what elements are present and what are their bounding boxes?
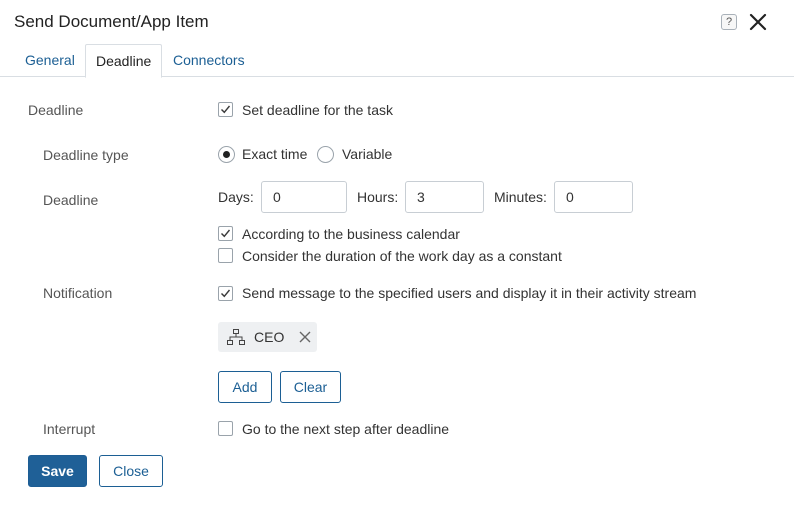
- send-message-label: Send message to the specified users and …: [242, 285, 697, 301]
- hours-input[interactable]: [405, 181, 484, 213]
- tab-general[interactable]: General: [15, 44, 85, 77]
- business-calendar-checkbox[interactable]: [218, 226, 233, 241]
- business-calendar-label: According to the business calendar: [242, 226, 460, 242]
- deadline-time-label: Deadline: [43, 192, 99, 208]
- variable-label: Variable: [342, 146, 393, 162]
- set-deadline-label: Set deadline for the task: [242, 102, 393, 118]
- exact-time-radio[interactable]: [218, 146, 235, 163]
- deadline-type-label: Deadline type: [43, 147, 129, 163]
- tab-bar: General Deadline Connectors: [0, 44, 794, 78]
- close-icon[interactable]: [748, 12, 768, 32]
- recipient-chip: CEO: [218, 322, 317, 352]
- org-chart-icon: [227, 329, 245, 350]
- clear-recipients-button[interactable]: Clear: [280, 371, 341, 403]
- close-button[interactable]: Close: [99, 455, 163, 487]
- days-label: Days:: [218, 189, 254, 205]
- workday-constant-checkbox[interactable]: [218, 248, 233, 263]
- recipient-label: CEO: [254, 329, 285, 345]
- variable-radio[interactable]: [317, 146, 334, 163]
- deadline-section-label: Deadline: [28, 102, 84, 118]
- next-step-checkbox[interactable]: [218, 421, 233, 436]
- notification-label: Notification: [43, 285, 113, 301]
- minutes-input[interactable]: [554, 181, 633, 213]
- check-icon: [221, 289, 231, 298]
- exact-time-label: Exact time: [242, 146, 308, 162]
- workday-constant-label: Consider the duration of the work day as…: [242, 248, 562, 264]
- save-button[interactable]: Save: [28, 455, 87, 487]
- interrupt-label: Interrupt: [43, 421, 96, 437]
- days-input[interactable]: [261, 181, 347, 213]
- add-recipient-button[interactable]: Add: [218, 371, 272, 403]
- next-step-label: Go to the next step after deadline: [242, 421, 450, 437]
- check-icon: [221, 229, 231, 238]
- dialog-title: Send Document/App Item: [14, 12, 209, 31]
- remove-recipient-icon[interactable]: [299, 330, 311, 348]
- hours-label: Hours:: [357, 189, 399, 205]
- help-icon[interactable]: ?: [721, 14, 737, 30]
- tab-deadline[interactable]: Deadline: [85, 44, 163, 78]
- set-deadline-checkbox[interactable]: [218, 102, 233, 117]
- check-icon: [221, 105, 231, 114]
- minutes-label: Minutes:: [494, 189, 547, 205]
- tab-connectors[interactable]: Connectors: [163, 44, 255, 77]
- send-message-checkbox[interactable]: [218, 286, 233, 301]
